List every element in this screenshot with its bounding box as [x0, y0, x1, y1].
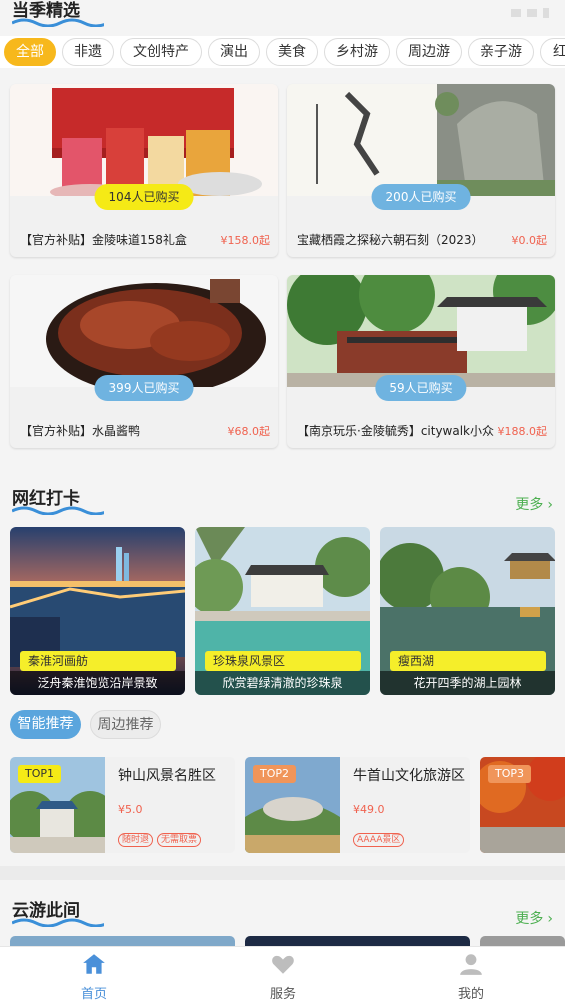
wave-decoration-icon — [12, 18, 104, 27]
status-icons — [509, 4, 555, 18]
product-card[interactable]: 200人已购买 宝藏栖霞之探秘六朝石刻（2023） ¥0.0起 — [287, 84, 555, 257]
product-title: 宝藏栖霞之探秘六朝石刻（2023） — [297, 233, 484, 247]
hot-spot-card[interactable]: 秦淮河画舫 泛舟秦淮饱览沿岸景致 — [10, 527, 185, 695]
hot-spot-tag: 瘦西湖 — [390, 651, 546, 671]
product-card[interactable]: 399人已购买 【官方补贴】水晶酱鸭 ¥68.0起 — [10, 275, 278, 448]
wave-decoration-icon — [12, 918, 104, 927]
attraction-price: ¥5.0 — [118, 803, 143, 816]
more-link-cloud[interactable]: 更多 › — [515, 908, 553, 928]
category-chip[interactable]: 演出 — [208, 38, 260, 66]
attraction-price: ¥49.0 — [353, 803, 385, 816]
rank-badge: TOP1 — [18, 765, 62, 783]
product-title: 【南京玩乐·金陵毓秀】citywalk小众 — [297, 424, 495, 438]
product-image-stone-carving — [287, 84, 555, 196]
nav-item-service[interactable]: 服务 — [243, 951, 323, 1002]
more-link-hot[interactable]: 更多 › — [515, 494, 553, 514]
section-divider — [0, 866, 565, 880]
heart-icon — [272, 955, 294, 974]
category-bar: 全部 非遗 文创特产 演出 美食 乡村游 周边游 亲子游 红 — [0, 36, 565, 68]
purchase-count-badge: 200人已购买 — [371, 184, 471, 210]
home-icon — [83, 954, 105, 974]
attraction-tag: AAAA景区 — [353, 833, 405, 847]
chevron-right-icon: › — [547, 497, 553, 513]
hot-spot-card[interactable]: 瘦西湖 花开四季的湖上园林 — [380, 527, 555, 695]
top-attraction-card[interactable]: TOP3 — [480, 757, 565, 853]
product-image-giftbox — [10, 84, 278, 196]
product-card[interactable]: 104人已购买 【官方补贴】金陵味道158礼盒 ¥158.0起 — [10, 84, 278, 257]
wave-decoration-icon — [12, 506, 104, 515]
attraction-tags: AAAA景区 — [353, 833, 405, 847]
bottom-nav: 首页 服务 我的 — [0, 946, 565, 1004]
hot-spot-tag: 珍珠泉风景区 — [205, 651, 361, 671]
section-title-cloud: 云游此间 — [12, 896, 104, 927]
user-icon — [460, 954, 482, 975]
purchase-count-badge: 399人已购买 — [94, 375, 194, 401]
section-title-seasonal: 当季精选 — [12, 0, 104, 27]
hot-spot-desc: 泛舟秦淮饱览沿岸景致 — [10, 671, 185, 695]
rank-badge: TOP3 — [488, 765, 532, 783]
nav-label: 首页 — [80, 987, 107, 1002]
category-chip[interactable]: 红 — [540, 38, 565, 66]
product-card[interactable]: 59人已购买 【南京玩乐·金陵毓秀】citywalk小众 ¥188.0起 — [287, 275, 555, 448]
section-title-hot: 网红打卡 — [12, 484, 104, 515]
purchase-count-badge: 59人已购买 — [375, 375, 467, 401]
category-chip[interactable]: 文创特产 — [120, 38, 202, 66]
nav-item-home[interactable]: 首页 — [54, 951, 134, 1002]
category-chip-all[interactable]: 全部 — [4, 38, 56, 66]
attraction-name: 钟山风景名胜区 — [118, 768, 216, 784]
purchase-count-badge: 104人已购买 — [94, 184, 194, 210]
top-attraction-card[interactable]: TOP1 钟山风景名胜区 ¥5.0 随时退 无需取票 — [10, 757, 235, 853]
tab-nearby-recommend[interactable]: 周边推荐 — [90, 710, 161, 739]
product-image-duck — [10, 275, 278, 387]
product-price: ¥188.0起 — [497, 425, 548, 438]
tab-smart-recommend[interactable]: 智能推荐 — [10, 710, 81, 739]
hot-spot-tag: 秦淮河画舫 — [20, 651, 176, 671]
hot-spot-desc: 花开四季的湖上园林 — [380, 671, 555, 695]
nav-label: 我的 — [457, 987, 484, 1002]
attraction-tag: 随时退 — [118, 833, 154, 847]
product-image-garden — [287, 275, 555, 387]
hot-spot-desc: 欣赏碧绿清澈的珍珠泉 — [195, 671, 370, 695]
category-chip[interactable]: 亲子游 — [468, 38, 534, 66]
attraction-tag: 无需取票 — [157, 833, 202, 847]
product-price: ¥68.0起 — [227, 425, 271, 438]
hot-spot-card[interactable]: 珍珠泉风景区 欣赏碧绿清澈的珍珠泉 — [195, 527, 370, 695]
nav-item-mine[interactable]: 我的 — [431, 951, 511, 1002]
product-title: 【官方补贴】水晶酱鸭 — [20, 424, 141, 438]
top-attraction-card[interactable]: TOP2 牛首山文化旅游区 ¥49.0 AAAA景区 — [245, 757, 470, 853]
category-chip[interactable]: 非遗 — [62, 38, 114, 66]
product-price: ¥0.0起 — [511, 234, 548, 247]
category-chip[interactable]: 周边游 — [396, 38, 462, 66]
category-chip[interactable]: 美食 — [266, 38, 318, 66]
attraction-tags: 随时退 无需取票 — [118, 833, 202, 847]
app-page: 当季精选 全部 非遗 文创特产 演出 美食 乡村游 周边游 亲子游 红 104人… — [0, 0, 565, 1004]
nav-label: 服务 — [269, 987, 296, 1002]
rank-badge: TOP2 — [253, 765, 297, 783]
category-chip[interactable]: 乡村游 — [324, 38, 390, 66]
chevron-right-icon: › — [547, 911, 553, 927]
product-price: ¥158.0起 — [220, 234, 271, 247]
product-title: 【官方补贴】金陵味道158礼盒 — [20, 233, 187, 247]
attraction-name: 牛首山文化旅游区 — [353, 768, 465, 784]
